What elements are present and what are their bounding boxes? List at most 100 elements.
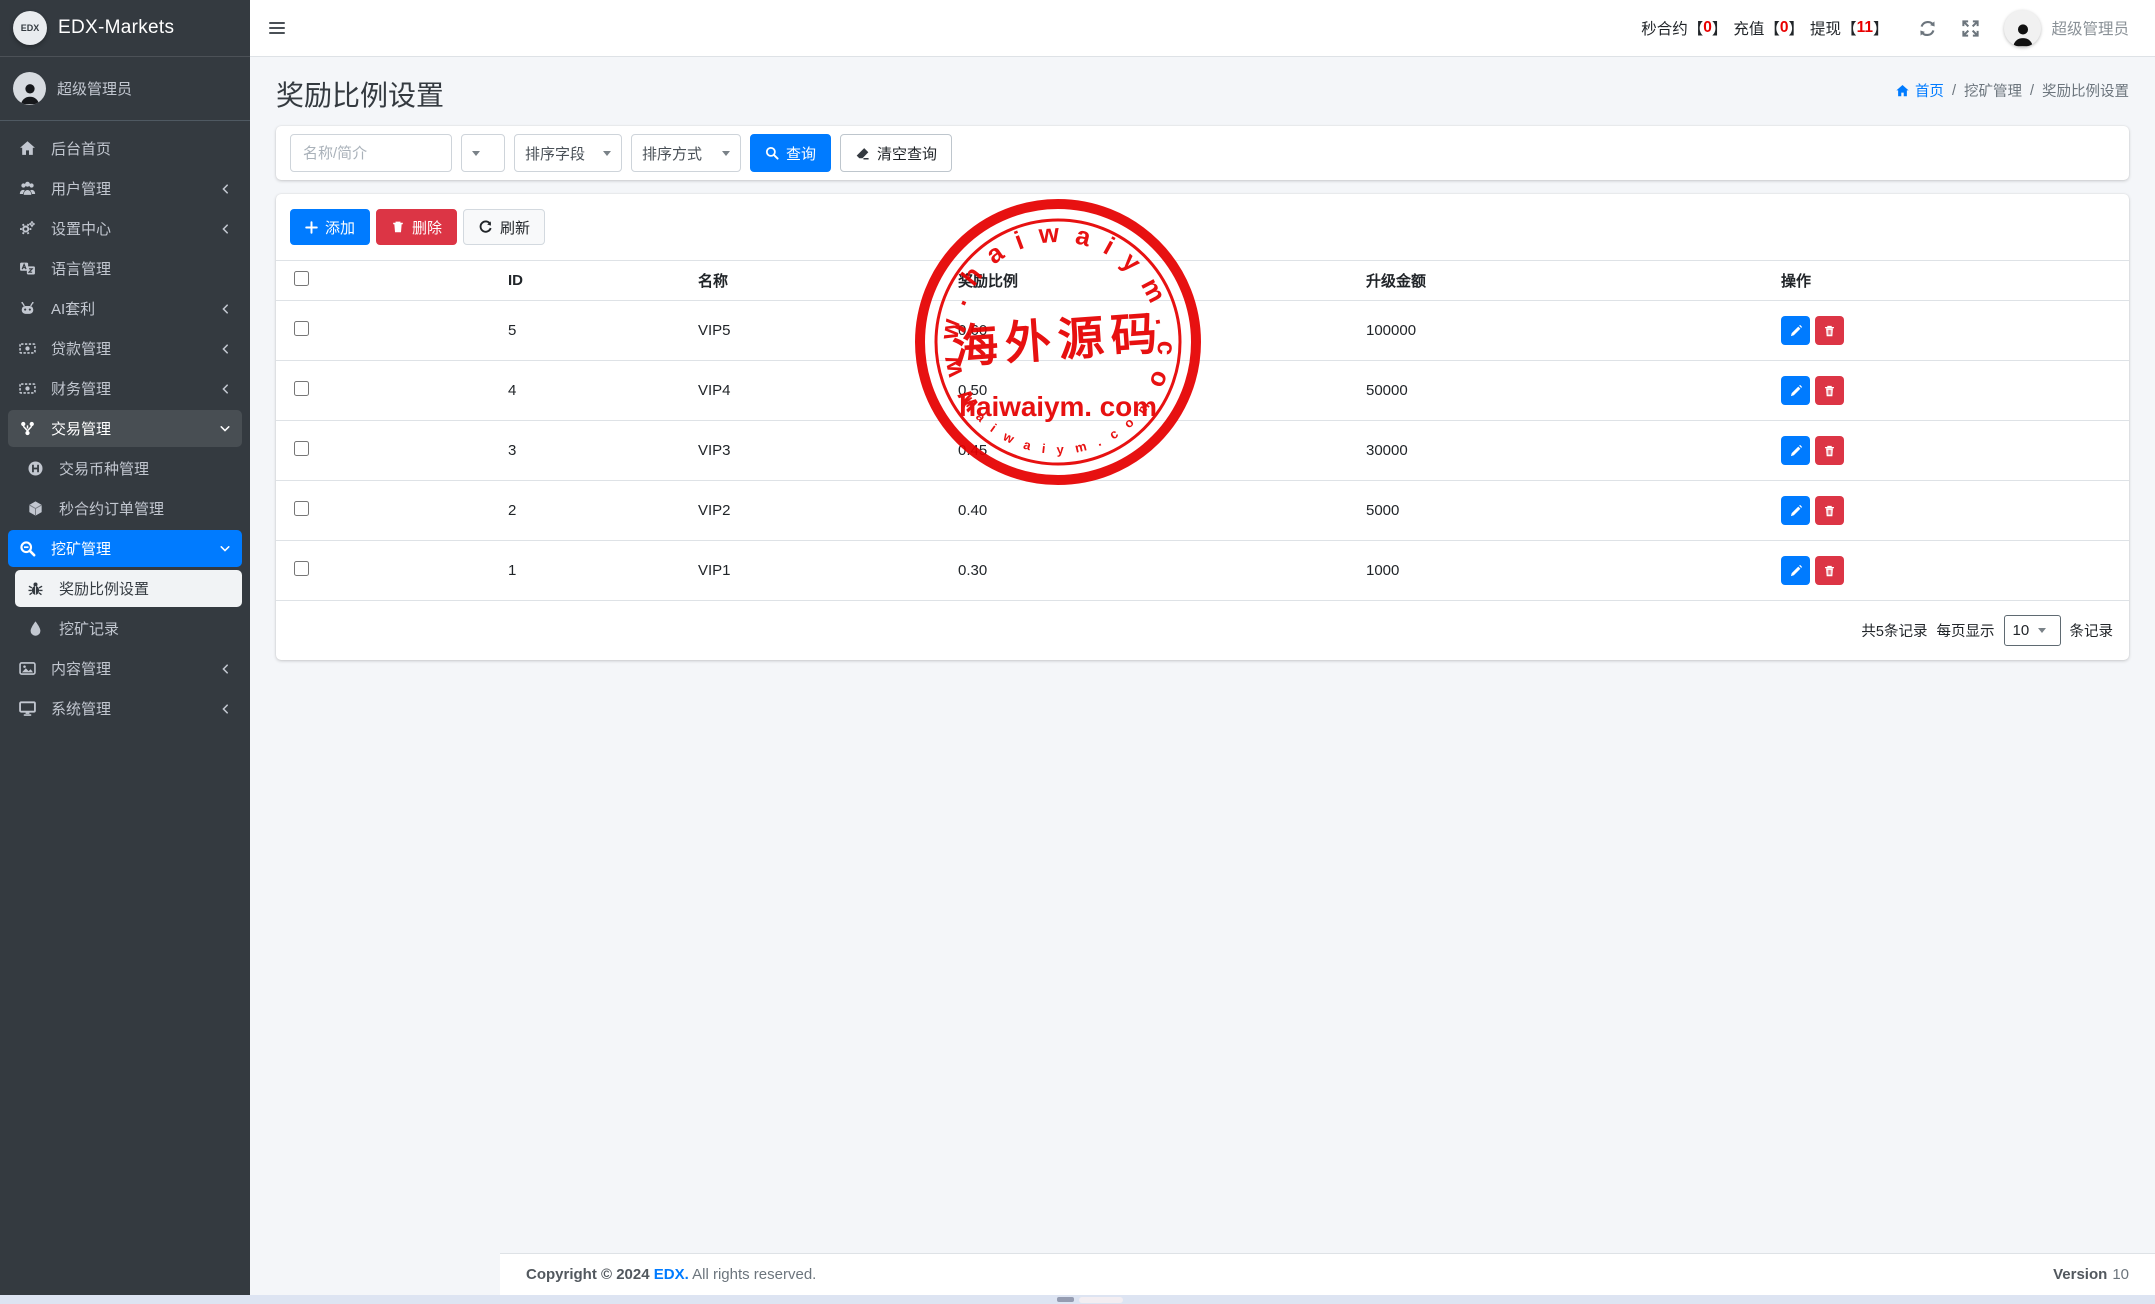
main-area: 秒合约【0】充值【0】提现【11】	[250, 0, 2155, 1304]
delete-row-button[interactable]	[1815, 496, 1844, 525]
edit-button[interactable]	[1781, 496, 1810, 525]
sidebar-item-image[interactable]: 内容管理	[8, 650, 242, 687]
sidebar-item-users[interactable]: 用户管理	[8, 170, 242, 207]
edit-button[interactable]	[1781, 376, 1810, 405]
sidebar-item-sitemap[interactable]: 交易管理	[8, 410, 242, 447]
image-icon	[19, 660, 44, 677]
delete-button[interactable]: 删除	[376, 209, 457, 245]
fullscreen-icon[interactable]	[1961, 19, 1980, 38]
chevron-down-icon	[219, 423, 231, 434]
delete-row-button[interactable]	[1815, 376, 1844, 405]
edit-button[interactable]	[1781, 556, 1810, 585]
sidebar-item-bug[interactable]: 奖励比例设置	[15, 570, 242, 607]
topbar-user-menu[interactable]: 超级管理员	[2004, 10, 2129, 47]
sidebar-item-cube[interactable]: 秒合约订单管理	[15, 490, 242, 527]
chevron-left-icon	[220, 703, 231, 715]
cell-name: VIP3	[688, 421, 948, 481]
sidebar-item-drop[interactable]: 挖矿记录	[15, 610, 242, 647]
per-page-suffix: 条记录	[2070, 620, 2114, 641]
sidebar-item-search-minus[interactable]: 挖矿管理	[8, 530, 242, 567]
sidebar: EDX EDX-Markets 超级管理员 后台首页用户管理设置中心语言管理 AI…	[0, 0, 250, 1304]
sidebar-item-language[interactable]: 语言管理	[8, 250, 242, 287]
stat-label: 提现	[1810, 17, 1841, 39]
cell-id: 1	[498, 541, 688, 601]
add-button[interactable]: 添加	[290, 209, 370, 245]
content-header: 奖励比例设置 首页 / 挖矿管理 / 奖励比例设置	[250, 57, 2155, 126]
search-input[interactable]	[290, 134, 452, 172]
menu-toggle-icon[interactable]	[267, 19, 287, 37]
stat-value: 0	[1703, 19, 1712, 37]
cube-icon	[27, 500, 52, 517]
sort-order-select[interactable]: 排序方式	[631, 134, 741, 172]
money-icon	[19, 380, 44, 397]
sidebar-item-label: 交易币种管理	[59, 458, 149, 479]
mini-select[interactable]	[461, 134, 505, 172]
bottom-scrollbar[interactable]	[0, 1295, 2155, 1304]
cell-name: VIP4	[688, 361, 948, 421]
breadcrumb-separator: /	[2030, 83, 2034, 99]
stat-bracket: 】	[1789, 17, 1805, 39]
delete-row-button[interactable]	[1815, 556, 1844, 585]
cell-name: VIP5	[688, 301, 948, 361]
sidebar-user-panel[interactable]: 超级管理员	[0, 57, 250, 121]
column-header: 名称	[688, 261, 948, 301]
sidebar-item-label: 内容管理	[51, 658, 111, 679]
column-header: ID	[498, 261, 688, 301]
topbar-avatar	[2004, 10, 2041, 47]
clear-query-button[interactable]: 清空查询	[840, 134, 952, 172]
record-count: 共5条记录	[1861, 620, 1927, 641]
sidebar-item-money[interactable]: 财务管理	[8, 370, 242, 407]
cell-id: 2	[498, 481, 688, 541]
chevron-down-icon	[2038, 628, 2046, 633]
plus-icon	[305, 221, 318, 234]
chevron-left-icon	[220, 183, 231, 195]
stat-value: 0	[1780, 19, 1789, 37]
refresh-button[interactable]: 刷新	[463, 209, 545, 245]
select-all-checkbox[interactable]	[294, 271, 309, 286]
row-checkbox[interactable]	[294, 441, 309, 456]
cell-amount: 50000	[1356, 361, 1771, 421]
column-header: 操作	[1771, 261, 2129, 301]
breadcrumb: 首页 / 挖矿管理 / 奖励比例设置	[1895, 80, 2129, 101]
search-minus-icon	[19, 540, 44, 557]
stat-bracket: 】	[1873, 17, 1889, 39]
version: Version10	[2053, 1266, 2129, 1283]
page-title: 奖励比例设置	[276, 74, 444, 114]
sidebar-item-gears[interactable]: 设置中心	[8, 210, 242, 247]
sidebar-item-label: 系统管理	[51, 698, 111, 719]
sidebar-item-money[interactable]: 贷款管理	[8, 330, 242, 367]
table-header-row: ID名称奖励比例升级金额操作	[276, 261, 2129, 301]
sidebar-item-h-circle[interactable]: 交易币种管理	[15, 450, 242, 487]
footer-brand-link[interactable]: EDX.	[654, 1266, 689, 1283]
delete-row-button[interactable]	[1815, 436, 1844, 465]
stat-item: 提现【11】	[1810, 17, 1888, 39]
stat-value: 11	[1857, 19, 1873, 37]
chevron-left-icon	[220, 303, 231, 315]
sidebar-item-robot[interactable]: AI套利	[8, 290, 242, 327]
cell-amount: 1000	[1356, 541, 1771, 601]
table-row: 5VIP50.60100000	[276, 301, 2129, 361]
sidebar-item-desktop[interactable]: 系统管理	[8, 690, 242, 727]
row-checkbox[interactable]	[294, 561, 309, 576]
home-icon	[1895, 84, 1910, 98]
edit-button[interactable]	[1781, 316, 1810, 345]
row-checkbox[interactable]	[294, 501, 309, 516]
scrollbar-thumb[interactable]	[1057, 1297, 1074, 1302]
table-row: 4VIP40.5050000	[276, 361, 2129, 421]
cell-name: VIP1	[688, 541, 948, 601]
stat-bracket: 【	[1764, 17, 1780, 39]
edit-button[interactable]	[1781, 436, 1810, 465]
per-page-select[interactable]: 10	[2004, 615, 2061, 646]
sort-field-select[interactable]: 排序字段	[514, 134, 622, 172]
scrollbar-thumb[interactable]	[1079, 1297, 1123, 1303]
row-checkbox[interactable]	[294, 381, 309, 396]
refresh-icon[interactable]	[1918, 19, 1937, 38]
sidebar-item-label: 交易管理	[51, 418, 111, 439]
sidebar-item-label: 语言管理	[51, 258, 111, 279]
sidebar-item-home[interactable]: 后台首页	[8, 130, 242, 167]
delete-row-button[interactable]	[1815, 316, 1844, 345]
query-button[interactable]: 查询	[750, 134, 831, 172]
brand[interactable]: EDX EDX-Markets	[0, 0, 250, 57]
breadcrumb-home-link[interactable]: 首页	[1895, 80, 1944, 101]
row-checkbox[interactable]	[294, 321, 309, 336]
